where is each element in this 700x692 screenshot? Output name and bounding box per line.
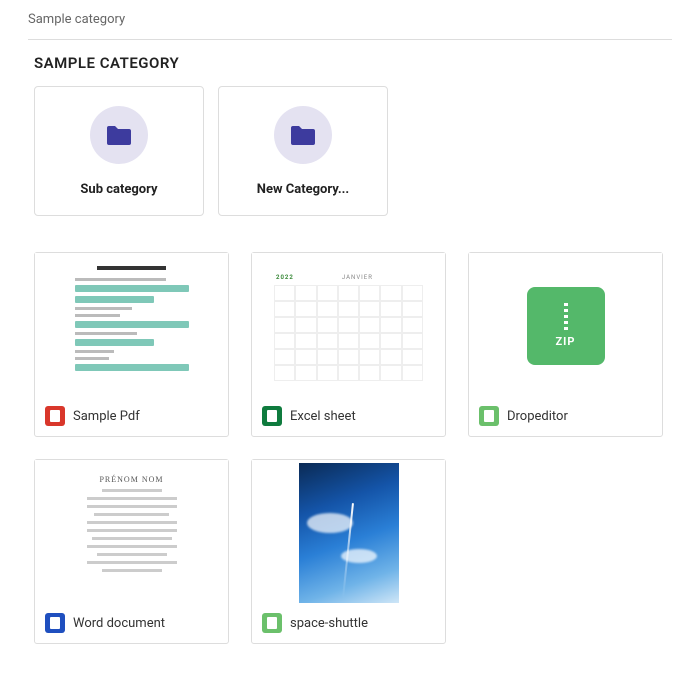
file-card-sample-pdf[interactable]: Sample Pdf	[34, 252, 229, 437]
folder-icon	[90, 106, 148, 164]
doc-icon	[45, 613, 65, 633]
folder-label: Sub category	[80, 182, 157, 197]
folder-icon	[274, 106, 332, 164]
calendar-year: 2022	[276, 274, 294, 281]
file-label: space-shuttle	[290, 616, 368, 631]
folder-row: Sub category New Category...	[34, 86, 672, 216]
section-title: SAMPLE CATEGORY	[34, 54, 672, 72]
folder-card-sub-category[interactable]: Sub category	[34, 86, 204, 216]
zip-label-text: ZIP	[556, 335, 576, 348]
image-thumbnail	[252, 460, 445, 605]
calendar-month: JANVIER	[342, 274, 373, 281]
zip-thumbnail: ZIP	[469, 253, 662, 398]
file-card-dropeditor[interactable]: ZIP Dropeditor	[468, 252, 663, 437]
pdf-thumbnail	[35, 253, 228, 398]
doc-thumbnail: PRÉNOM NOM	[35, 460, 228, 605]
file-label: Word document	[73, 616, 165, 631]
breadcrumb[interactable]: Sample category	[28, 12, 672, 40]
folder-label: New Category...	[257, 182, 349, 197]
file-label: Dropeditor	[507, 409, 568, 424]
breadcrumb-text: Sample category	[28, 12, 125, 27]
excel-thumbnail: 2022 JANVIER	[252, 253, 445, 398]
file-card-word-document[interactable]: PRÉNOM NOM Word document	[34, 459, 229, 644]
folder-card-new-category[interactable]: New Category...	[218, 86, 388, 216]
file-grid: Sample Pdf 2022 JANVIER	[34, 252, 672, 644]
file-label: Sample Pdf	[73, 409, 140, 424]
doc-preview-title: PRÉNOM NOM	[99, 475, 163, 484]
file-card-space-shuttle[interactable]: space-shuttle	[251, 459, 446, 644]
image-icon	[262, 613, 282, 633]
file-label: Excel sheet	[290, 409, 356, 424]
xls-icon	[262, 406, 282, 426]
zip-icon	[479, 406, 499, 426]
pdf-icon	[45, 406, 65, 426]
file-card-excel-sheet[interactable]: 2022 JANVIER Excel sheet	[251, 252, 446, 437]
